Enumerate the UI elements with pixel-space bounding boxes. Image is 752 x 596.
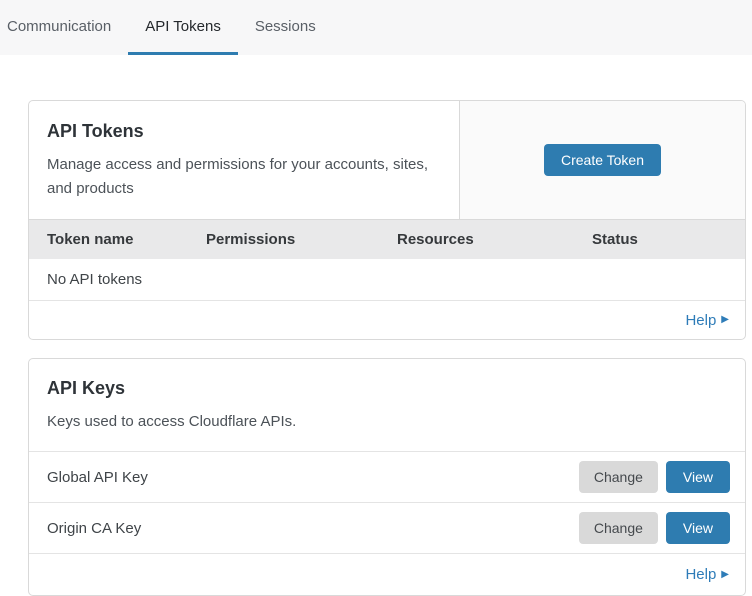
- tokens-empty-row: No API tokens: [29, 259, 745, 301]
- tokens-empty-message: No API tokens: [47, 271, 142, 288]
- tab-sessions[interactable]: Sessions: [238, 0, 333, 55]
- key-name-origin-ca-key: Origin CA Key: [47, 520, 141, 537]
- column-header-token-name: Token name: [47, 231, 206, 248]
- column-header-status: Status: [592, 231, 745, 248]
- help-arrow-icon: ▶: [721, 315, 729, 325]
- api-tokens-card-header: API Tokens Manage access and permissions…: [29, 101, 745, 219]
- column-header-resources: Resources: [397, 231, 592, 248]
- tokens-help-link[interactable]: Help ▶: [685, 312, 729, 329]
- api-tokens-card-header-text: API Tokens Manage access and permissions…: [29, 101, 459, 219]
- api-keys-title: API Keys: [47, 378, 727, 399]
- api-tokens-description: Manage access and permissions for your a…: [47, 153, 437, 201]
- tokens-help-label: Help: [685, 312, 716, 329]
- key-row-global-api-key: Global API Key Change View: [29, 452, 745, 503]
- key-actions-origin-ca-key: Change View: [579, 512, 730, 544]
- tab-communication[interactable]: Communication: [7, 0, 128, 55]
- keys-help-link[interactable]: Help ▶: [685, 566, 729, 583]
- settings-tab-bar: Communication API Tokens Sessions: [0, 0, 752, 55]
- tab-api-tokens[interactable]: API Tokens: [128, 0, 238, 55]
- change-global-api-key-button[interactable]: Change: [579, 461, 658, 493]
- key-actions-global-api-key: Change View: [579, 461, 730, 493]
- api-tokens-card-action-panel: Create Token: [459, 101, 745, 219]
- change-origin-ca-key-button[interactable]: Change: [579, 512, 658, 544]
- view-origin-ca-key-button[interactable]: View: [666, 512, 730, 544]
- create-token-button[interactable]: Create Token: [544, 144, 661, 176]
- column-header-permissions: Permissions: [206, 231, 397, 248]
- tokens-table-header: Token name Permissions Resources Status: [29, 219, 745, 259]
- keys-help-label: Help: [685, 566, 716, 583]
- api-tokens-card: API Tokens Manage access and permissions…: [28, 100, 746, 340]
- api-keys-card-header: API Keys Keys used to access Cloudflare …: [29, 359, 745, 452]
- tokens-help-row: Help ▶: [29, 301, 745, 339]
- key-row-origin-ca-key: Origin CA Key Change View: [29, 503, 745, 554]
- api-keys-description: Keys used to access Cloudflare APIs.: [47, 410, 437, 434]
- keys-help-row: Help ▶: [29, 554, 745, 595]
- api-keys-card: API Keys Keys used to access Cloudflare …: [28, 358, 746, 596]
- help-arrow-icon: ▶: [721, 570, 729, 580]
- api-tokens-title: API Tokens: [47, 121, 441, 142]
- view-global-api-key-button[interactable]: View: [666, 461, 730, 493]
- key-name-global-api-key: Global API Key: [47, 469, 148, 486]
